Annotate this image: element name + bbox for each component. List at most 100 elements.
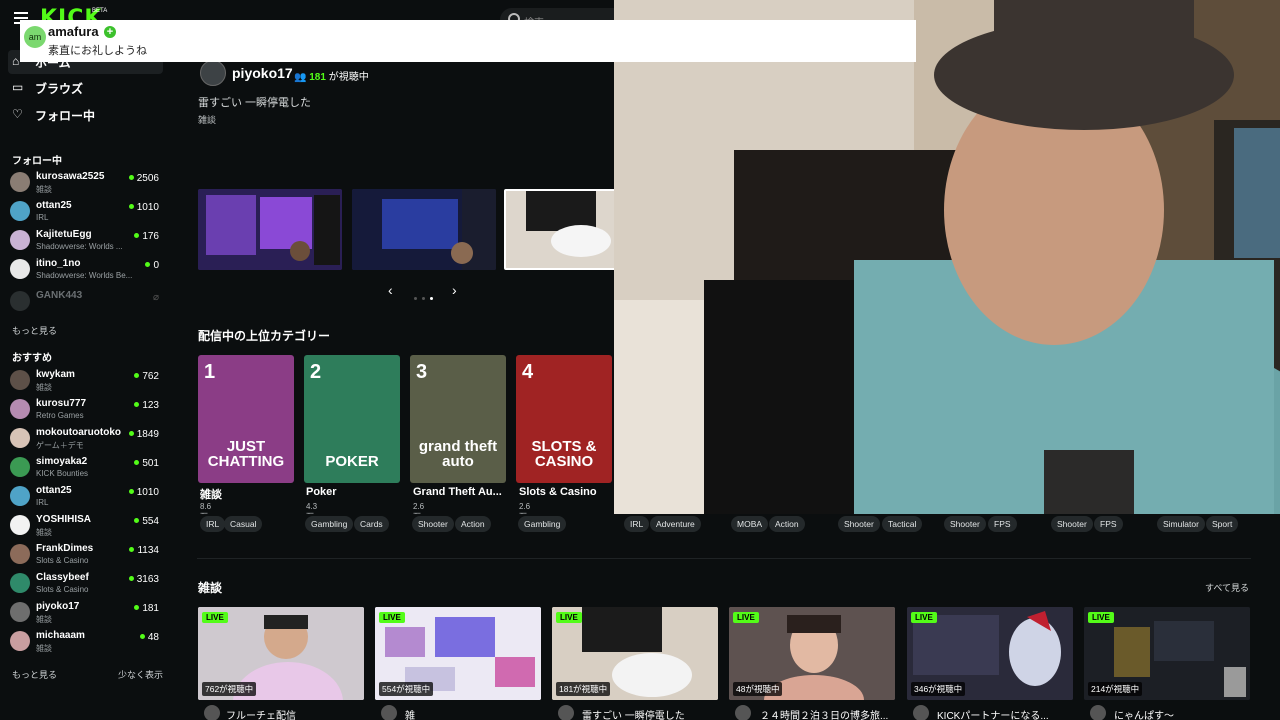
stream-title[interactable]: 雑 <box>405 707 415 720</box>
stream-title[interactable]: KICKパートナーになる... <box>937 707 1049 720</box>
sidebar-item-following[interactable]: ♡ フォロー中 <box>8 103 163 127</box>
stream-card[interactable]: LIVE 554が視聴中 <box>375 607 541 700</box>
category-name[interactable]: Grand Theft Au... <box>413 486 511 498</box>
category-viewers: 8.6万が視聴中 <box>200 502 212 514</box>
carousel-next-icon[interactable]: › <box>452 282 457 298</box>
channel-name: kwykam <box>36 369 75 380</box>
avatar[interactable] <box>204 705 220 720</box>
category-name[interactable]: Slots & Casino <box>519 486 614 498</box>
carousel-prev-icon[interactable]: ‹ <box>388 282 393 298</box>
stream-title[interactable]: フルーチェ配信 <box>226 707 296 720</box>
tag-pill[interactable]: IRL <box>624 516 650 532</box>
tag-pill[interactable]: Action <box>769 516 805 532</box>
category-card-slots[interactable]: 4 SLOTS & CASINO <box>516 355 612 483</box>
avatar[interactable] <box>735 705 751 720</box>
featured-streamer-name[interactable]: piyoko17 <box>232 65 293 81</box>
category-name[interactable]: Poker <box>306 486 404 498</box>
section-divider <box>197 558 1251 559</box>
featured-stream-title: 雷すごい 一瞬停電した <box>198 97 312 109</box>
carousel-dot[interactable] <box>422 297 425 300</box>
featured-streamer-avatar[interactable] <box>200 60 226 86</box>
avatar <box>10 486 30 506</box>
live-dot-icon <box>145 262 151 267</box>
stream-title[interactable]: 雷すごい 一瞬停電した <box>582 707 685 720</box>
tag-pill[interactable]: Adventure <box>650 516 701 532</box>
sidebar-item-browse[interactable]: ▭ ブラウズ <box>8 76 163 100</box>
featured-stream-tag[interactable]: 雑談 <box>198 113 216 126</box>
tag-pill[interactable]: FPS <box>1094 516 1123 532</box>
following-channel[interactable]: KajitetuEgg Shadowverse: Worlds ... 176 <box>10 226 162 254</box>
stream-card[interactable]: LIVE 181が視聴中 <box>552 607 718 700</box>
offline-icon: ⌀ <box>152 292 159 303</box>
tag-pill[interactable]: Shooter <box>1051 516 1093 532</box>
viewer-count-value: 123 <box>142 400 159 411</box>
recommended-channel[interactable]: ottan25 IRL 1010 <box>10 482 162 510</box>
tag-pill[interactable]: MOBA <box>731 516 769 532</box>
following-channel[interactable]: kurosawa2525 雑談 2506 <box>10 168 162 196</box>
tag-pill[interactable]: Shooter <box>838 516 880 532</box>
tag-pill[interactable]: IRL <box>200 516 226 532</box>
following-channel[interactable]: itino_1no Shadowverse: Worlds Be... 0 <box>10 255 162 283</box>
live-dot-icon <box>128 175 134 180</box>
recommended-channel[interactable]: simoyaka2 KICK Bounties 501 <box>10 453 162 481</box>
category-card-gta[interactable]: 3 grand theft auto <box>410 355 506 483</box>
avatar[interactable] <box>381 705 397 720</box>
webcam-stream-preview <box>506 191 614 268</box>
tag-pill[interactable]: Gambling <box>518 516 567 532</box>
avatar[interactable] <box>1090 705 1106 720</box>
category-name[interactable]: 雑談 <box>200 486 298 502</box>
show-more-recommended-link[interactable]: もっと見る <box>12 668 57 681</box>
recommended-channel[interactable]: mokoutoaruotoko ゲーム＋デモ 1849 <box>10 424 162 452</box>
stream-title[interactable]: ２４時間２泊３日の博多旅... <box>760 707 888 720</box>
recommended-channel[interactable]: kwykam 雑談 762 <box>10 366 162 394</box>
stream-card[interactable]: LIVE 48が視聴中 <box>729 607 895 700</box>
viewer-count-value: 501 <box>142 458 159 469</box>
category-card-just-chatting[interactable]: 1 JUST CHATTING <box>198 355 294 483</box>
just-chatting-section-title: 雑談 <box>198 581 223 595</box>
recommended-channel[interactable]: Classybeef Slots & Casino 3163 <box>10 569 162 597</box>
tag-pill[interactable]: Gambling <box>305 516 354 532</box>
viewer-count: 181 <box>134 603 159 614</box>
tag-pill[interactable]: Sport <box>1206 516 1239 532</box>
stream-card[interactable]: LIVE 214が視聴中 <box>1084 607 1250 700</box>
carousel-dot[interactable] <box>414 297 417 300</box>
sidebar: ⌂ ホーム ▭ ブラウズ ♡ フォロー中 フォロー中 kurosawa2525 … <box>0 38 175 720</box>
recommended-channel[interactable]: michaaam 雑談 48 <box>10 627 162 655</box>
avatar <box>10 602 30 622</box>
stream-card[interactable]: LIVE 346が視聴中 <box>907 607 1073 700</box>
stream-viewer-count: 181が視聴中 <box>556 682 611 696</box>
sidebar-item-label: ブラウズ <box>35 82 84 96</box>
carousel-dot-active[interactable] <box>430 297 433 300</box>
tag-pill[interactable]: Simulator <box>1157 516 1205 532</box>
tag-pill[interactable]: Casual <box>224 516 263 532</box>
avatar[interactable] <box>913 705 929 720</box>
category-rank: 1 <box>204 361 216 383</box>
avatar[interactable] <box>558 705 574 720</box>
channel-name: kurosu777 <box>36 398 87 409</box>
tag-pill[interactable]: FPS <box>988 516 1017 532</box>
tag-pill[interactable]: Shooter <box>412 516 454 532</box>
recommended-channel[interactable]: kurosu777 Retro Games 123 <box>10 395 162 423</box>
avatar <box>10 428 30 448</box>
category-rank: 3 <box>416 361 428 383</box>
kick-home-page: KICK BETA 検索 am amafura + 素直にお礼しようね ⌂ ホー… <box>0 0 1280 720</box>
see-all-link[interactable]: すべて見る <box>1205 581 1249 594</box>
tag-pill[interactable]: Tactical <box>882 516 923 532</box>
recommended-channel[interactable]: FrankDimes Slots & Casino 1134 <box>10 540 162 568</box>
stream-title[interactable]: にゃんぱす〜 <box>1114 707 1174 720</box>
recommended-channel[interactable]: piyoko17 雑談 181 <box>10 598 162 626</box>
following-channel-offline[interactable]: GANK443 ⌀ <box>10 287 162 315</box>
following-channel[interactable]: ottan25 IRL 1010 <box>10 197 162 225</box>
tag-pill[interactable]: Cards <box>354 516 389 532</box>
tag-pill[interactable]: Shooter <box>944 516 986 532</box>
show-more-following-link[interactable]: もっと見る <box>12 324 57 337</box>
stream-card[interactable]: LIVE 762が視聴中 <box>198 607 364 700</box>
tag-pill[interactable]: Action <box>455 516 491 532</box>
viewer-count: 176 <box>134 231 159 242</box>
carousel-thumbnail[interactable] <box>352 189 496 270</box>
viewer-count: 2506 <box>128 173 159 184</box>
carousel-thumbnail[interactable] <box>198 189 342 270</box>
show-less-link[interactable]: 少なく表示 <box>118 668 163 681</box>
carousel-thumbnail-selected[interactable] <box>504 189 614 270</box>
category-card-poker[interactable]: 2 POKER <box>304 355 400 483</box>
